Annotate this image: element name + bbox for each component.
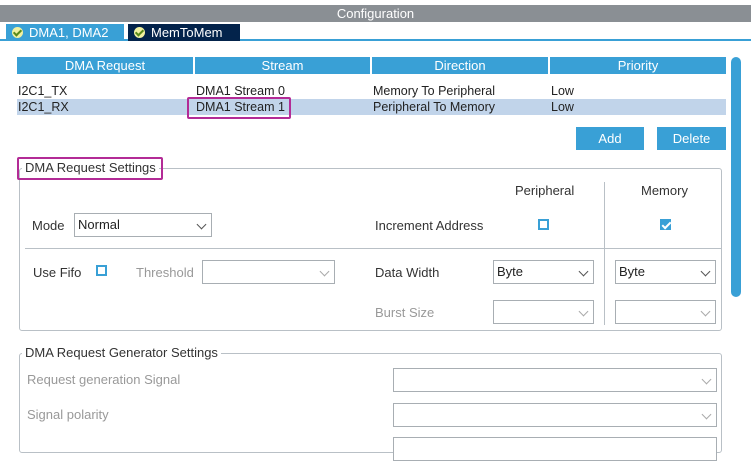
column-divider — [604, 182, 605, 325]
memory-burst-size-select[interactable] — [615, 300, 716, 324]
column-header-direction[interactable]: Direction — [372, 57, 548, 74]
cell-priority: Low — [551, 84, 574, 98]
chevron-down-icon — [578, 306, 589, 317]
tab-strip: DMA1, DMA2 MemToMem — [0, 22, 751, 41]
chevron-down-icon — [700, 266, 711, 277]
memory-header: Memory — [641, 183, 688, 198]
tab-label: MemToMem — [151, 25, 223, 40]
check-circle-icon — [134, 27, 145, 38]
vertical-scrollbar[interactable] — [731, 57, 741, 297]
peripheral-data-width-select[interactable]: Byte — [493, 260, 594, 284]
peripheral-width-value: Byte — [497, 264, 524, 279]
threshold-label: Threshold — [136, 265, 194, 280]
chevron-down-icon — [701, 374, 712, 385]
threshold-select[interactable] — [202, 260, 335, 284]
window-title: Configuration — [0, 5, 751, 22]
burst-size-label: Burst Size — [375, 305, 435, 320]
data-width-label: Data Width — [375, 265, 440, 280]
request-signal-select[interactable] — [393, 368, 717, 392]
cell-request: I2C1_RX — [18, 100, 69, 114]
mode-value: Normal — [78, 217, 120, 232]
generator-settings-title: DMA Request Generator Settings — [22, 345, 221, 360]
use-fifo-checkbox[interactable] — [96, 265, 107, 276]
tab-dma1-dma2[interactable]: DMA1, DMA2 — [6, 24, 124, 41]
chevron-down-icon — [319, 266, 330, 277]
check-circle-icon — [12, 27, 23, 38]
chevron-down-icon — [578, 266, 589, 277]
mode-select[interactable]: Normal — [74, 213, 212, 237]
tab-memtomem[interactable]: MemToMem — [128, 24, 240, 41]
tab-label: DMA1, DMA2 — [29, 25, 109, 40]
table-row[interactable]: I2C1_TX DMA1 Stream 0 Memory To Peripher… — [17, 83, 726, 99]
column-header-priority[interactable]: Priority — [550, 57, 726, 74]
chevron-down-icon — [196, 219, 207, 230]
table-row-selected[interactable]: I2C1_RX DMA1 Stream 1 Peripheral To Memo… — [17, 99, 726, 115]
use-fifo-label: Use Fifo — [33, 265, 82, 280]
stream-highlight-box — [187, 97, 291, 119]
cell-priority: Low — [551, 100, 574, 114]
row-divider — [25, 248, 721, 249]
column-header-stream[interactable]: Stream — [195, 57, 370, 74]
cell-request: I2C1_TX — [18, 84, 68, 98]
cell-direction: Peripheral To Memory — [373, 100, 496, 114]
chevron-down-icon — [701, 409, 712, 420]
memory-data-width-select[interactable]: Byte — [615, 260, 716, 284]
peripheral-header: Peripheral — [515, 183, 575, 198]
peripheral-increment-checkbox[interactable] — [538, 219, 549, 230]
memory-width-value: Byte — [619, 264, 646, 279]
memory-increment-checkbox[interactable] — [660, 219, 671, 230]
next-field-select[interactable] — [393, 437, 717, 461]
chevron-down-icon — [700, 306, 711, 317]
increment-address-label: Increment Address — [375, 218, 484, 233]
column-header-dma-request[interactable]: DMA Request — [17, 57, 193, 74]
add-button[interactable]: Add — [576, 127, 644, 150]
signal-polarity-select[interactable] — [393, 403, 717, 427]
signal-polarity-label: Signal polarity — [27, 407, 109, 422]
mode-label: Mode — [32, 218, 65, 233]
request-signal-label: Request generation Signal — [27, 372, 181, 387]
cell-direction: Memory To Peripheral — [373, 84, 496, 98]
delete-button[interactable]: Delete — [657, 127, 726, 150]
settings-highlight-box — [17, 157, 163, 180]
peripheral-burst-size-select[interactable] — [493, 300, 594, 324]
